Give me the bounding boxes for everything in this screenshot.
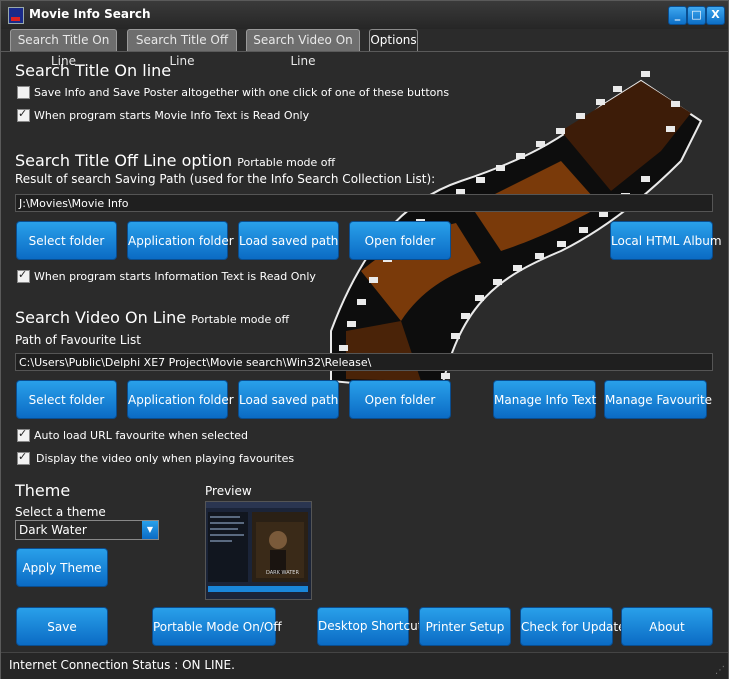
video-application-folder-button[interactable]: Application folder — [127, 380, 234, 419]
video-heading-text: Search Video On Line — [15, 308, 187, 327]
video-open-folder-button[interactable]: Open folder — [349, 380, 451, 419]
theme-preview-image: DARK WATER — [205, 501, 312, 600]
favourite-path-label: Path of Favourite List — [15, 333, 141, 347]
minimize-button[interactable]: _ — [668, 6, 687, 25]
info-text-readonly-label: When program starts Information Text is … — [34, 270, 316, 283]
video-select-folder-button[interactable]: Select folder — [16, 380, 117, 419]
offline-path-label: Result of search Saving Path (used for t… — [15, 172, 436, 186]
offline-path-input[interactable]: J:\Movies\Movie Info — [15, 194, 713, 212]
maximize-button[interactable]: □ — [687, 6, 706, 25]
tab-bar: Search Title On Line Search Title Off Li… — [1, 29, 728, 68]
chevron-down-icon[interactable]: ▼ — [142, 521, 158, 539]
tab-search-video-online[interactable]: Search Video On Line — [246, 29, 360, 68]
offline-application-folder-button[interactable]: Application folder — [127, 221, 234, 260]
tab-search-title-online[interactable]: Search Title On Line — [10, 29, 117, 68]
offline-heading-text: Search Title Off Line option — [15, 151, 233, 170]
close-button[interactable]: X — [706, 6, 725, 25]
preview-caption: DARK WATER — [266, 570, 299, 576]
theme-select[interactable]: Dark Water ▼ — [15, 520, 159, 540]
check-update-button[interactable]: Check for Update — [520, 607, 626, 646]
offline-portable-mode: Portable mode off — [237, 156, 336, 169]
offline-load-saved-path-button[interactable]: Load saved path — [238, 221, 339, 260]
theme-select-value: Dark Water — [19, 523, 87, 537]
auto-load-url-label: Auto load URL favourite when selected — [34, 429, 248, 442]
auto-load-url-checkbox[interactable] — [17, 427, 30, 442]
status-bar: Internet Connection Status : ON LINE. ⋰ — [1, 652, 728, 679]
offline-select-folder-button[interactable]: Select folder — [16, 221, 117, 260]
connection-status: Internet Connection Status : ON LINE. — [9, 658, 235, 672]
theme-heading: Theme — [15, 481, 71, 500]
manage-favourite-button[interactable]: Manage Favourite — [604, 380, 712, 419]
favourite-path-input[interactable]: C:\Users\Public\Delphi XE7 Project\Movie… — [15, 353, 713, 371]
apply-theme-button[interactable]: Apply Theme — [16, 548, 108, 587]
display-video-label: Display the video only when playing favo… — [36, 452, 295, 465]
printer-setup-button[interactable]: Printer Setup — [419, 607, 511, 646]
video-heading: Search Video On Line Portable mode off — [15, 308, 289, 327]
app-icon — [8, 7, 24, 24]
display-video-checkbox[interactable] — [17, 450, 30, 465]
save-button[interactable]: Save — [16, 607, 108, 646]
movie-info-readonly-checkbox[interactable] — [17, 107, 30, 122]
save-info-poster-checkbox[interactable] — [17, 86, 30, 99]
main-window: Movie Info Search _ □ X Search Title On … — [0, 0, 729, 679]
preview-thumbnail-icon — [206, 502, 311, 599]
online-heading: Search Title On line — [15, 61, 172, 80]
movie-info-readonly-label: When program starts Movie Info Text is R… — [34, 109, 310, 122]
resize-grip-icon[interactable]: ⋰ — [715, 665, 725, 676]
info-text-readonly-checkbox[interactable] — [17, 268, 30, 283]
offline-heading: Search Title Off Line option Portable mo… — [15, 151, 335, 170]
desktop-shortcut-button[interactable]: Desktop Shortcut — [317, 607, 422, 646]
preview-label: Preview — [205, 484, 252, 498]
select-theme-label: Select a theme — [15, 505, 106, 519]
offline-open-folder-button[interactable]: Open folder — [349, 221, 451, 260]
local-html-album-button[interactable]: Local HTML Album — [610, 221, 722, 260]
save-info-poster-label: Save Info and Save Poster altogether wit… — [34, 86, 450, 99]
about-button[interactable]: About — [621, 607, 713, 646]
manage-info-text-button[interactable]: Manage Info Text — [493, 380, 596, 419]
tab-search-title-offline[interactable]: Search Title Off Line — [127, 29, 237, 68]
title-bar[interactable]: Movie Info Search _ □ X — [1, 1, 728, 29]
portable-mode-button[interactable]: Portable Mode On/Off — [152, 607, 282, 646]
tab-options[interactable]: Options — [369, 29, 418, 52]
tab-panel-border — [1, 51, 728, 52]
video-load-saved-path-button[interactable]: Load saved path — [238, 380, 339, 419]
video-portable-mode: Portable mode off — [191, 313, 290, 326]
window-title: Movie Info Search — [29, 7, 151, 21]
